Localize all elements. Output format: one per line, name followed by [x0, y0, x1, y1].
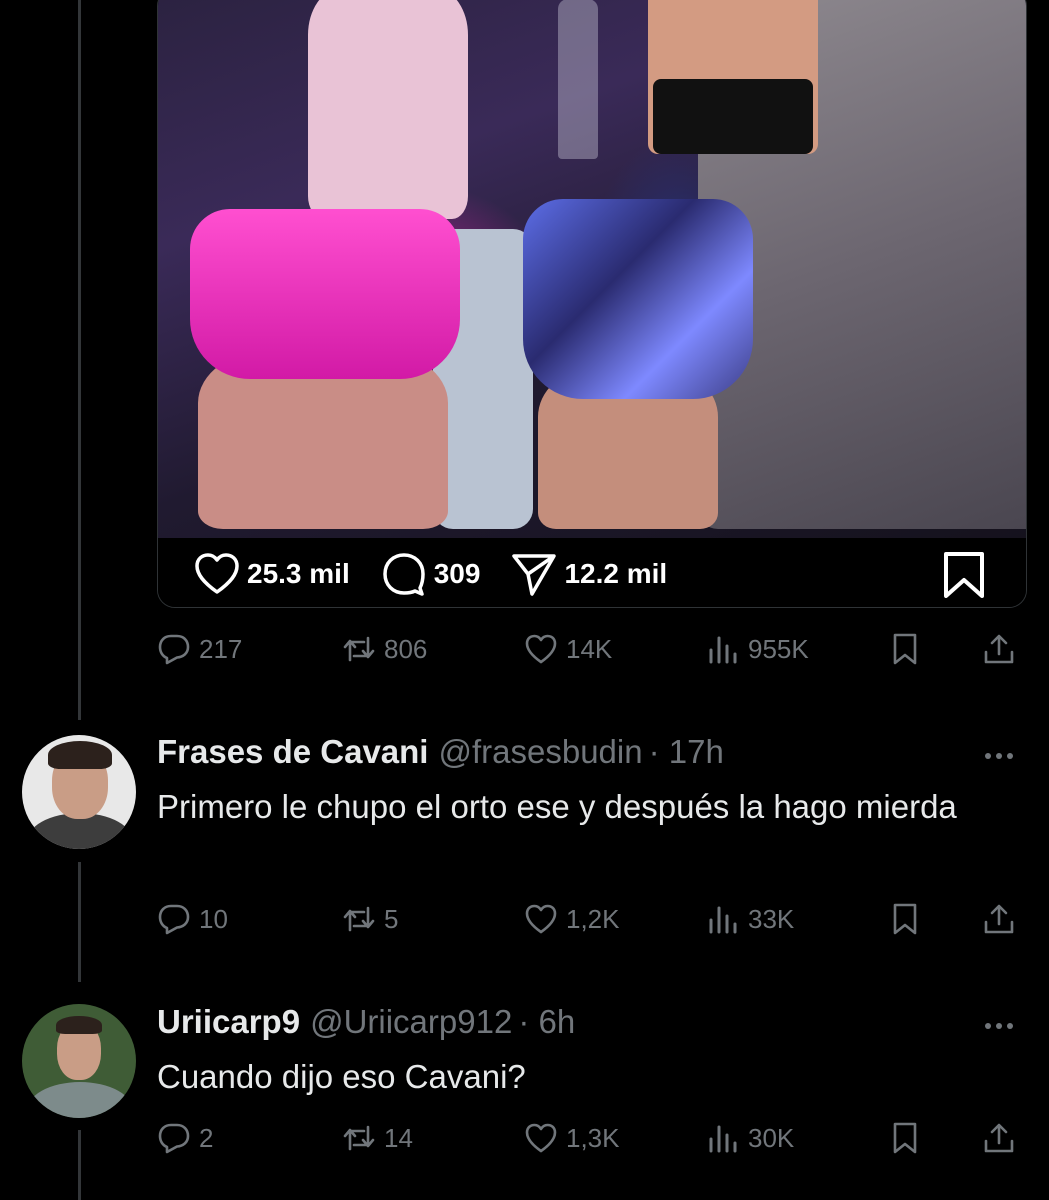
- upload-icon: [984, 1123, 1014, 1153]
- reply-text: Primero le chupo el orto ese y después l…: [157, 788, 957, 825]
- embed-shares-count: 12.2 mil: [564, 557, 668, 589]
- bookmark-icon: [893, 903, 917, 935]
- thread-line: [78, 862, 81, 982]
- avatar[interactable]: [22, 1004, 136, 1118]
- bookmark-button[interactable]: [888, 1121, 930, 1155]
- reply-button[interactable]: 217: [157, 632, 242, 666]
- embed-comments-count: 309: [433, 557, 481, 589]
- like-button[interactable]: 1,2K: [524, 902, 620, 936]
- heart-icon: [525, 634, 557, 664]
- timestamp[interactable]: · 6h: [518, 1003, 575, 1040]
- thread-line: [78, 0, 81, 720]
- upload-icon: [984, 634, 1014, 664]
- share-icon: [512, 553, 557, 596]
- embed-likes: 25.3 mil: [193, 550, 350, 598]
- reply-button[interactable]: 2: [157, 1121, 213, 1155]
- views-icon: [709, 906, 737, 934]
- comment-icon: [382, 552, 425, 596]
- reply-button[interactable]: 10: [157, 902, 228, 936]
- embed-shares: 12.2 mil: [510, 550, 667, 598]
- like-button[interactable]: 14K: [524, 632, 612, 666]
- reply-actions: 2 14 1,3K 30K: [157, 1121, 1027, 1161]
- upload-icon: [984, 904, 1014, 934]
- post-media[interactable]: 25.3 mil 309 12.2 mil: [157, 0, 1027, 608]
- bookmark-icon: [944, 552, 984, 598]
- avatar[interactable]: [22, 735, 136, 849]
- share-button[interactable]: [982, 1121, 1024, 1155]
- bookmark-button[interactable]: [888, 632, 930, 666]
- repost-icon: [343, 636, 375, 662]
- views-button[interactable]: 33K: [706, 902, 794, 936]
- heart-icon: [525, 1123, 557, 1153]
- views-button[interactable]: 30K: [706, 1121, 794, 1155]
- post-actions: 217 806 14K 955K: [157, 632, 1027, 672]
- views-icon: [709, 636, 737, 664]
- display-name[interactable]: Frases de Cavani: [157, 733, 428, 770]
- views-button[interactable]: 955K: [706, 632, 809, 666]
- reply-header: Frases de Cavani @frasesbudin · 17h: [157, 733, 724, 771]
- repost-button[interactable]: 5: [342, 902, 398, 936]
- views-icon: [709, 1125, 737, 1153]
- tweet-thread: 25.3 mil 309 12.2 mil 217 806 14K 955K F…: [0, 0, 1049, 1200]
- more-icon[interactable]: [985, 1016, 1025, 1029]
- repost-button[interactable]: 806: [342, 632, 427, 666]
- share-button[interactable]: [982, 902, 1024, 936]
- embed-likes-count: 25.3 mil: [247, 557, 350, 589]
- user-handle[interactable]: @Uriicarp912: [310, 1003, 512, 1040]
- thread-line: [78, 1130, 81, 1200]
- repost-button[interactable]: 14: [342, 1121, 413, 1155]
- embedded-post-stats: 25.3 mil 309 12.2 mil: [158, 538, 1026, 607]
- bookmark-icon: [893, 633, 917, 665]
- reply-header: Uriicarp9 @Uriicarp912 · 6h: [157, 1003, 575, 1041]
- bookmark-icon: [893, 1122, 917, 1154]
- more-icon[interactable]: [985, 746, 1025, 759]
- reply-icon: [158, 1123, 190, 1154]
- repost-icon: [343, 1125, 375, 1151]
- heart-icon: [525, 904, 557, 934]
- like-button[interactable]: 1,3K: [524, 1121, 620, 1155]
- repost-icon: [343, 906, 375, 932]
- display-name[interactable]: Uriicarp9: [157, 1003, 300, 1040]
- heart-icon: [195, 552, 239, 594]
- reply-icon: [158, 904, 190, 935]
- timestamp[interactable]: · 17h: [649, 733, 724, 770]
- reply-text: Cuando dijo eso Cavani?: [157, 1058, 526, 1095]
- embed-comments: 309: [380, 550, 481, 598]
- reply-icon: [158, 634, 190, 665]
- bookmark-button[interactable]: [888, 902, 930, 936]
- share-button[interactable]: [982, 632, 1024, 666]
- post-photo[interactable]: [158, 0, 1026, 538]
- user-handle[interactable]: @frasesbudin: [438, 733, 642, 770]
- reply-actions: 10 5 1,2K 33K: [157, 902, 1027, 942]
